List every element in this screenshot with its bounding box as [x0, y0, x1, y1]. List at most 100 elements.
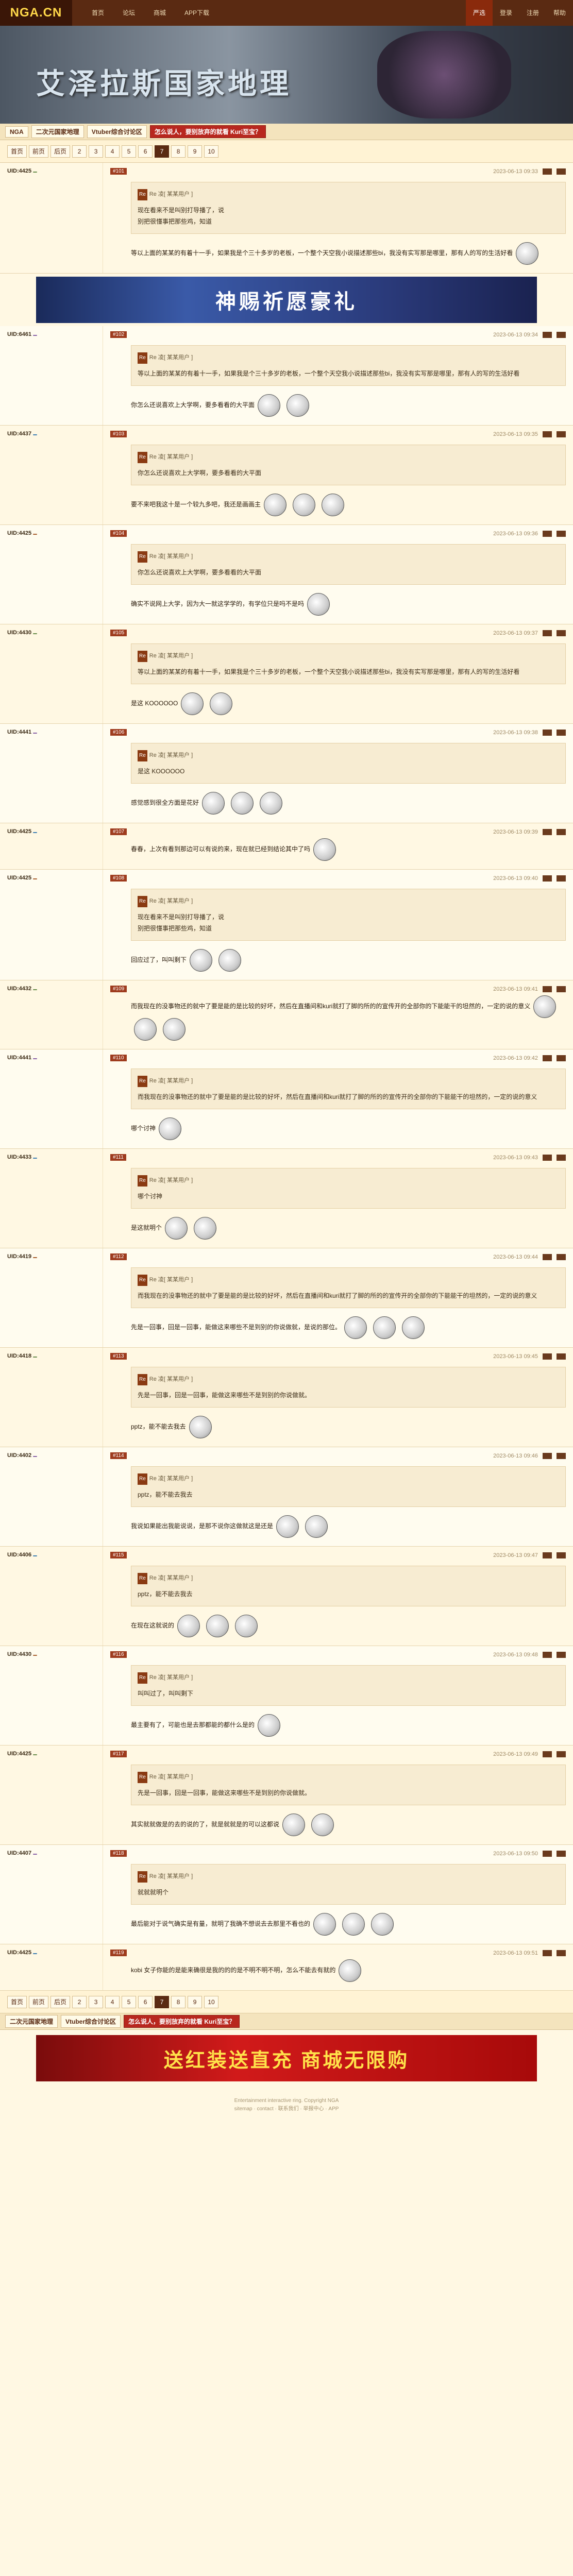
breadcrumb-item[interactable]: Vtuber综合讨论区: [87, 125, 147, 138]
nav-item[interactable]: 商城: [144, 0, 175, 26]
post-action-icon[interactable]: [557, 828, 566, 835]
post-action-icon[interactable]: [557, 729, 566, 736]
nav-right-item[interactable]: 登录: [493, 0, 519, 26]
quote-user[interactable]: Re 凌[ 某某用户 ]: [149, 354, 193, 361]
breadcrumb-item[interactable]: 怎么说人，要别放弃的就看 Kuri至宝？: [124, 2015, 240, 2028]
post-action-icon[interactable]: [543, 729, 552, 736]
quote-user[interactable]: Re 凌[ 某某用户 ]: [149, 1575, 193, 1581]
post-action-icon[interactable]: [543, 1651, 552, 1658]
page-link[interactable]: 10: [204, 145, 219, 158]
user-id[interactable]: UID:4433: [7, 1154, 31, 1160]
floor-number[interactable]: #115: [110, 1552, 127, 1558]
user-id[interactable]: UID:4437: [7, 431, 31, 437]
floor-number[interactable]: #106: [110, 729, 127, 736]
floor-number[interactable]: #107: [110, 828, 127, 835]
user-id[interactable]: UID:4406: [7, 1552, 31, 1558]
post-action-icon[interactable]: [557, 1850, 566, 1857]
post-action-icon[interactable]: [557, 1651, 566, 1658]
floor-number[interactable]: #109: [110, 986, 127, 992]
user-id[interactable]: UID:4425: [7, 1751, 31, 1757]
post-action-icon[interactable]: [543, 1353, 552, 1360]
floor-number[interactable]: #110: [110, 1055, 127, 1061]
floor-number[interactable]: #101: [110, 168, 127, 175]
page-link[interactable]: 4: [105, 1995, 120, 2008]
quote-user[interactable]: Re 凌[ 某某用户 ]: [149, 1774, 193, 1780]
user-id[interactable]: UID:4425: [7, 875, 31, 881]
post-action-icon[interactable]: [543, 986, 552, 992]
quote-user[interactable]: Re 凌[ 某某用户 ]: [149, 653, 193, 659]
user-id[interactable]: UID:4432: [7, 986, 31, 992]
floor-number[interactable]: #111: [110, 1154, 126, 1161]
page-link[interactable]: 4: [105, 145, 120, 158]
user-id[interactable]: UID:4425: [7, 168, 31, 174]
quote-user[interactable]: Re 凌[ 某某用户 ]: [149, 752, 193, 758]
page-link[interactable]: 6: [138, 1995, 153, 2008]
floor-number[interactable]: #118: [110, 1850, 127, 1857]
post-action-icon[interactable]: [557, 1552, 566, 1558]
post-action-icon[interactable]: [543, 875, 552, 882]
page-link[interactable]: 9: [188, 145, 203, 158]
post-action-icon[interactable]: [543, 1154, 552, 1161]
quote-user[interactable]: Re 凌[ 某某用户 ]: [149, 1078, 193, 1084]
floor-number[interactable]: #104: [110, 530, 127, 537]
quote-user[interactable]: Re 凌[ 某某用户 ]: [149, 898, 193, 904]
page-link[interactable]: 10: [204, 1995, 219, 2008]
page-link[interactable]: 7: [155, 1995, 170, 2008]
quote-user[interactable]: Re 凌[ 某某用户 ]: [149, 191, 193, 197]
quote-user[interactable]: Re 凌[ 某某用户 ]: [149, 454, 193, 460]
post-action-icon[interactable]: [557, 986, 566, 992]
post-action-icon[interactable]: [557, 530, 566, 537]
page-link[interactable]: 8: [171, 1995, 186, 2008]
nav-right-item[interactable]: 帮助: [546, 0, 573, 26]
post-action-icon[interactable]: [543, 530, 552, 537]
post-action-icon[interactable]: [543, 1850, 552, 1857]
post-action-icon[interactable]: [557, 1055, 566, 1061]
breadcrumb-item[interactable]: Vtuber综合讨论区: [61, 2015, 121, 2028]
post-action-icon[interactable]: [543, 1751, 552, 1757]
floor-number[interactable]: #102: [110, 331, 127, 338]
quote-user[interactable]: Re 凌[ 某某用户 ]: [149, 1177, 193, 1183]
floor-number[interactable]: #105: [110, 630, 127, 636]
post-action-icon[interactable]: [543, 1253, 552, 1260]
user-id[interactable]: UID:4418: [7, 1353, 31, 1359]
breadcrumb-item[interactable]: 二次元国家地理: [5, 2015, 58, 2028]
post-action-icon[interactable]: [543, 1055, 552, 1061]
page-link[interactable]: 2: [72, 145, 87, 158]
user-id[interactable]: UID:4441: [7, 1055, 31, 1061]
user-id[interactable]: UID:4419: [7, 1253, 31, 1260]
nav-item[interactable]: 首页: [82, 0, 113, 26]
post-action-icon[interactable]: [557, 1253, 566, 1260]
breadcrumb-item[interactable]: 怎么说人，要别放弃的就看 Kuri至宝？: [149, 125, 266, 138]
quote-user[interactable]: Re 凌[ 某某用户 ]: [149, 1873, 193, 1879]
user-id[interactable]: UID:4430: [7, 1651, 31, 1657]
post-action-icon[interactable]: [557, 875, 566, 882]
page-link[interactable]: 7: [155, 145, 170, 158]
post-action-icon[interactable]: [557, 431, 566, 437]
breadcrumb-item[interactable]: NGA: [5, 126, 28, 138]
user-id[interactable]: UID:4441: [7, 729, 31, 735]
quote-user[interactable]: Re 凌[ 某某用户 ]: [149, 1277, 193, 1283]
user-id[interactable]: UID:4402: [7, 1452, 31, 1459]
user-id[interactable]: UID:4425: [7, 530, 31, 536]
floor-number[interactable]: #114: [110, 1452, 127, 1459]
floor-number[interactable]: #116: [110, 1651, 127, 1658]
floor-number[interactable]: #103: [110, 431, 127, 437]
post-action-icon[interactable]: [543, 1452, 552, 1459]
post-action-icon[interactable]: [543, 431, 552, 437]
user-id[interactable]: UID:6461: [7, 331, 31, 337]
ad-banner[interactable]: 送红装送直充 商城无限购: [36, 2035, 537, 2081]
quote-user[interactable]: Re 凌[ 某某用户 ]: [149, 1674, 193, 1681]
nav-right-item[interactable]: 注册: [519, 0, 546, 26]
floor-number[interactable]: #119: [110, 1950, 127, 1956]
user-id[interactable]: UID:4407: [7, 1850, 31, 1856]
post-action-icon[interactable]: [557, 1452, 566, 1459]
post-action-icon[interactable]: [543, 331, 552, 338]
nav-right-item[interactable]: 严选: [465, 0, 493, 26]
floor-number[interactable]: #113: [110, 1353, 127, 1360]
user-id[interactable]: UID:4430: [7, 630, 31, 636]
nav-item[interactable]: 论坛: [113, 0, 144, 26]
user-id[interactable]: UID:4425: [7, 1950, 31, 1956]
post-action-icon[interactable]: [543, 1552, 552, 1558]
ad-banner[interactable]: 神赐祈愿豪礼: [36, 277, 537, 323]
post-action-icon[interactable]: [557, 1353, 566, 1360]
